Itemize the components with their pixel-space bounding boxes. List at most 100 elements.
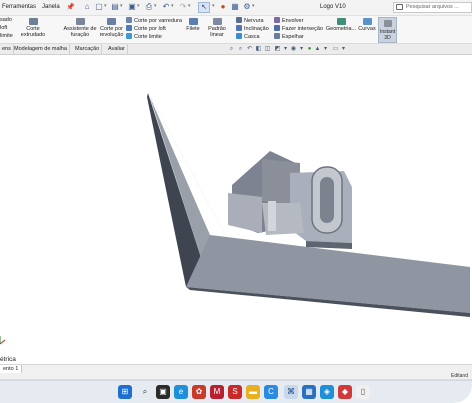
search-icon[interactable]: ⌕ (138, 385, 152, 399)
status-bar: Editand (0, 373, 472, 380)
geometria-referencia-button[interactable]: Geometria... (325, 18, 357, 32)
network-app-icon[interactable]: ⌘ (284, 385, 298, 399)
model-slot-inner (320, 177, 334, 223)
model-tab-bar: ento 1 (0, 364, 472, 373)
print-icon[interactable]: ⎙ (144, 2, 154, 12)
axis-triad-icon (0, 336, 6, 345)
3d-model-logo[interactable] (0, 55, 472, 369)
reference-geometry-icon (336, 18, 346, 25)
scene-icon[interactable]: ▲ (314, 46, 321, 53)
select-dropdown-icon[interactable]: ▾ (212, 3, 215, 9)
section-view-icon[interactable]: ◧ (255, 46, 262, 53)
display-style-icon[interactable]: ◩ (274, 46, 281, 53)
fillet-icon (188, 18, 198, 25)
file-explorer-icon[interactable]: ▬ (246, 385, 260, 399)
open-dropdown-icon[interactable]: ▾ (120, 3, 123, 9)
windows-start-icon[interactable]: ⊞ (118, 385, 132, 399)
status-editing-text: Editand (451, 373, 468, 379)
left-cut-label-2[interactable]: limite (0, 33, 13, 40)
lofted-cut-icon (126, 25, 132, 31)
corte-revolucao-button[interactable]: Corte por revolução (99, 18, 124, 38)
view-settings-icon[interactable]: ▭ (332, 46, 339, 53)
inclinacao-button[interactable]: Inclinação (236, 25, 269, 33)
corte-varredura-button[interactable]: Corte por varredura (126, 17, 182, 25)
mirror-icon (274, 33, 280, 39)
envolver-button[interactable]: Envolver (274, 17, 303, 25)
undo-icon[interactable]: ↶ (161, 2, 171, 12)
appearance-icon[interactable]: ● (306, 46, 313, 53)
view-orientation-icon[interactable]: ◫ (264, 46, 271, 53)
options-dropdown-icon[interactable]: ▾ (252, 3, 255, 9)
photos-icon[interactable]: ▦ (302, 385, 316, 399)
task-view-icon[interactable]: ▣ (156, 385, 170, 399)
view-settings-dropdown-icon[interactable]: ▾ (340, 46, 347, 53)
menu-ferramentas[interactable]: Ferramentas (2, 4, 36, 10)
title-bar: Ferramentas Janela 📌 ⌂ ▢ ▾ ▤ ▾ ▣ ▾ ⎙ ▾ ↶… (0, 0, 472, 16)
corte-limite-button[interactable]: Corte limite (126, 33, 162, 41)
redo-dropdown-icon[interactable]: ▾ (188, 3, 191, 9)
assistente-furacao-button[interactable]: Assistente de furação (60, 18, 100, 38)
rebuild-icon[interactable]: ● (218, 2, 228, 12)
menu-janela[interactable]: Janela (42, 4, 60, 10)
draft-icon (236, 25, 242, 31)
curves-icon (362, 18, 372, 25)
select-icon[interactable]: ↖ (198, 2, 210, 13)
solidworks-red-icon[interactable]: S (228, 385, 242, 399)
redo-icon[interactable]: ↷ (178, 2, 188, 12)
undo-dropdown-icon[interactable]: ▾ (171, 3, 174, 9)
curvas-button[interactable]: Curvas (357, 18, 377, 32)
boundary-cut-icon (126, 33, 132, 39)
instant3d-icon (384, 20, 392, 27)
print-dropdown-icon[interactable]: ▾ (154, 3, 157, 9)
save-icon[interactable]: ▣ (127, 2, 137, 12)
casca-button[interactable]: Casca (236, 33, 260, 41)
solidworks-icon[interactable]: ◆ (338, 385, 352, 399)
edge-browser-icon[interactable]: e (174, 385, 188, 399)
new-dropdown-icon[interactable]: ▾ (104, 3, 107, 9)
display-dropdown-icon[interactable]: ▾ (282, 46, 289, 53)
pin-icon[interactable]: 📌 (66, 3, 75, 11)
store-icon[interactable]: ◈ (320, 385, 334, 399)
padrao-linear-button[interactable]: Padrão linear (202, 18, 232, 38)
zoom-to-fit-icon[interactable]: ⌕ (228, 46, 235, 53)
search-files-input[interactable]: Pesquisar arquivos ... (393, 2, 472, 13)
save-dropdown-icon[interactable]: ▾ (137, 3, 140, 9)
home-icon[interactable]: ⌂ (82, 2, 92, 12)
wrap-icon (274, 17, 280, 23)
fazer-intersecao-button[interactable]: Fazer interseção (274, 25, 323, 33)
heads-up-view-toolbar: ⌕ ⌕ ↶ ◧ ◫ ◩ ▾ ◉ ▾ ● ▲ ▾ ▭ ▾ (0, 46, 472, 55)
new-document-icon[interactable]: ▢ (94, 2, 104, 12)
left-cut-label-0[interactable]: sado (0, 17, 12, 24)
document-icon[interactable]: ▯ (356, 385, 370, 399)
folder-search-icon (396, 4, 403, 10)
scene-dropdown-icon[interactable]: ▾ (322, 46, 329, 53)
previous-view-icon[interactable]: ↶ (246, 46, 253, 53)
zoom-area-icon[interactable]: ⌕ (237, 46, 244, 53)
intersect-icon (274, 25, 280, 31)
corte-extrudado-button[interactable]: Corte extrudado (18, 18, 48, 38)
hide-show-dropdown-icon[interactable]: ▾ (298, 46, 305, 53)
mcafee-icon[interactable]: M (210, 385, 224, 399)
options-gear-icon[interactable]: ⚙ (242, 2, 252, 12)
graphics-area[interactable] (0, 55, 472, 369)
hide-show-items-icon[interactable]: ◉ (290, 46, 297, 53)
app-red-icon[interactable]: ✿ (192, 385, 206, 399)
tab-movimento-1[interactable]: ento 1 (0, 365, 23, 373)
document-title: Logo V10 (320, 4, 346, 10)
corte-loft-button[interactable]: Corte por loft (126, 25, 166, 33)
file-properties-icon[interactable]: ▦ (230, 2, 240, 12)
windows-taskbar: ⊞ ⌕ ▣ e ✿ M S ▬ C ⌘ ▦ ◈ ◆ ▯ (0, 380, 472, 403)
espelhar-button[interactable]: Espelhar (274, 33, 304, 41)
chrome-like-icon[interactable]: C (264, 385, 278, 399)
filete-button[interactable]: Filete (184, 18, 202, 32)
open-icon[interactable]: ▤ (110, 2, 120, 12)
hole-wizard-icon (75, 18, 85, 25)
left-cut-label-1[interactable]: loft (0, 25, 7, 32)
nervura-button[interactable]: Nervura (236, 17, 264, 25)
shell-icon (236, 33, 242, 39)
model-left-wing-edge (147, 93, 204, 287)
rib-icon (236, 17, 242, 23)
linear-pattern-icon (212, 18, 222, 25)
model-boss-one-highlight (268, 201, 276, 231)
instant3d-button[interactable]: Instant 3D (378, 17, 397, 43)
